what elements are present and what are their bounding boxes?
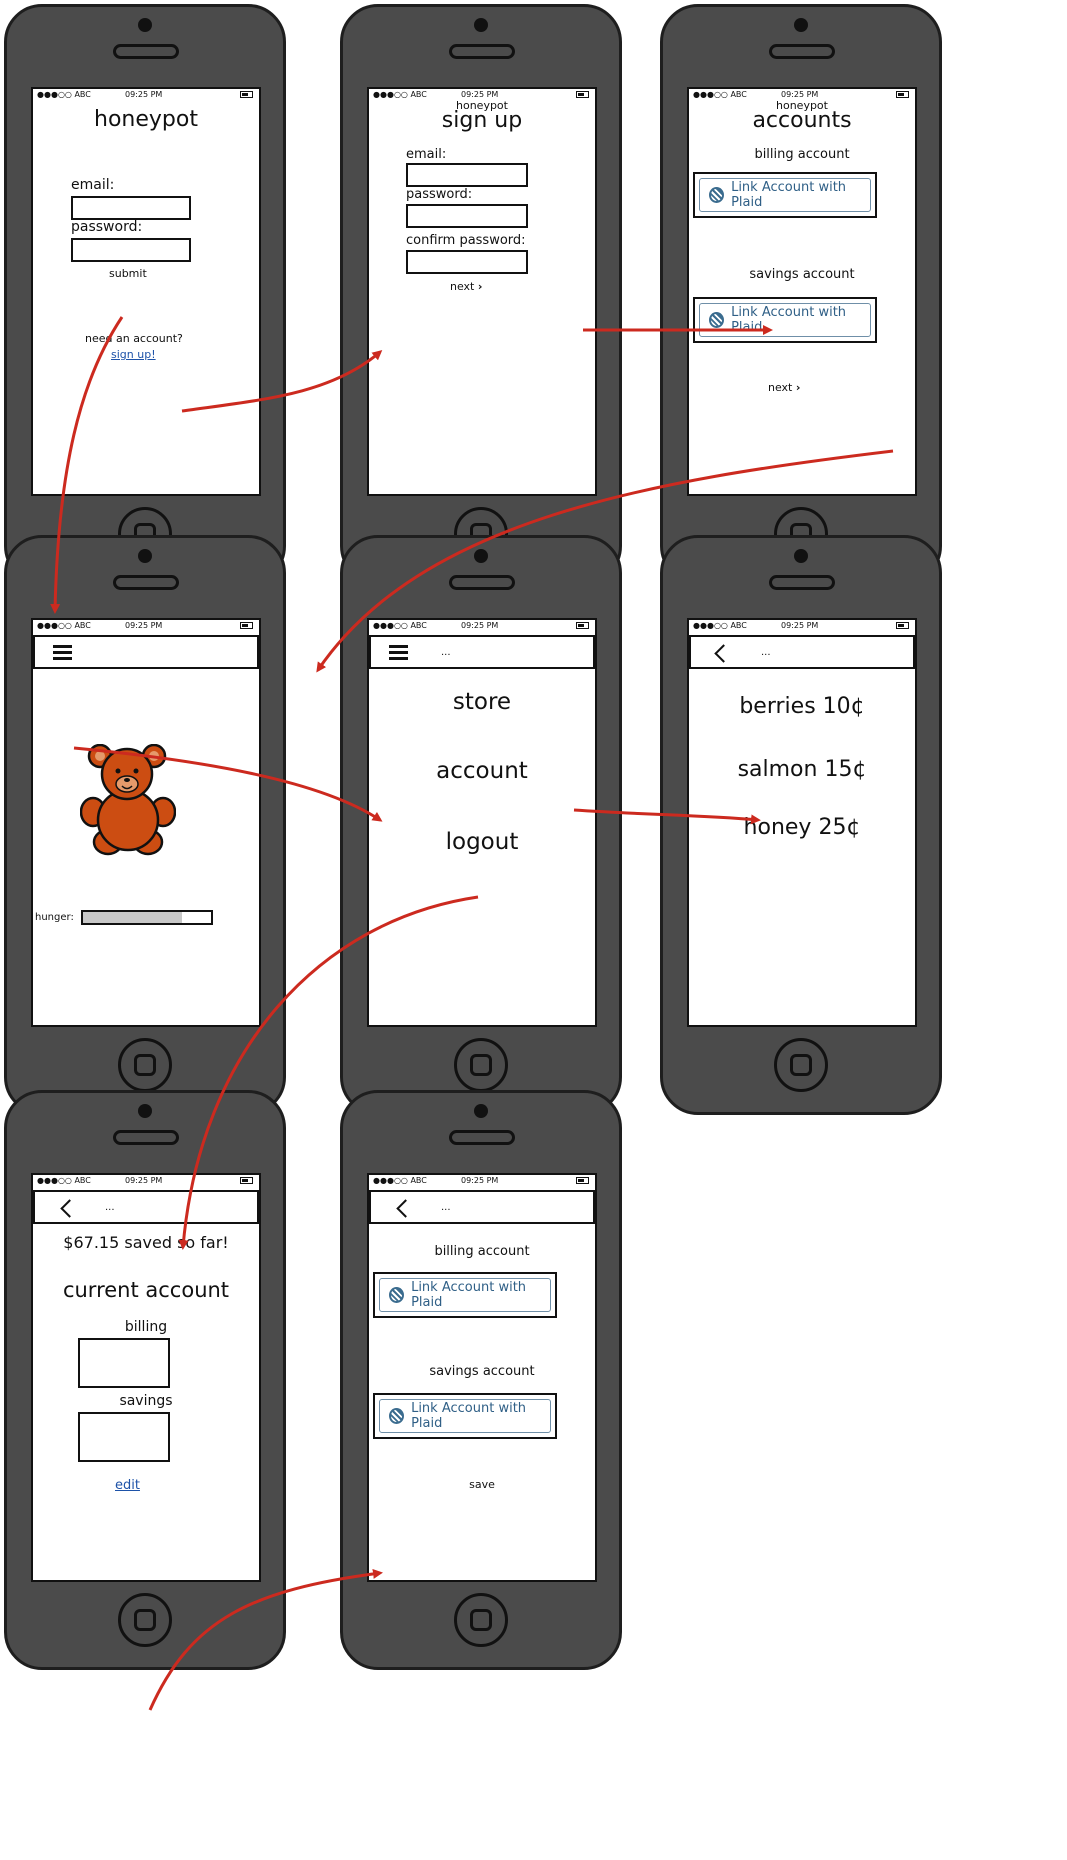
arrow-menu-to-menu-screen bbox=[73, 746, 383, 822]
arrow-edit-to-edit-accounts bbox=[148, 1568, 383, 1711]
flow-arrows bbox=[50, 316, 894, 1711]
arrow-accounts-to-home bbox=[316, 449, 894, 673]
arrow-store-to-store-screen bbox=[573, 808, 761, 825]
arrow-submit-to-home bbox=[50, 316, 124, 614]
arrow-account-to-account-view bbox=[178, 895, 479, 1250]
arrow-signup-to-form bbox=[181, 350, 383, 413]
